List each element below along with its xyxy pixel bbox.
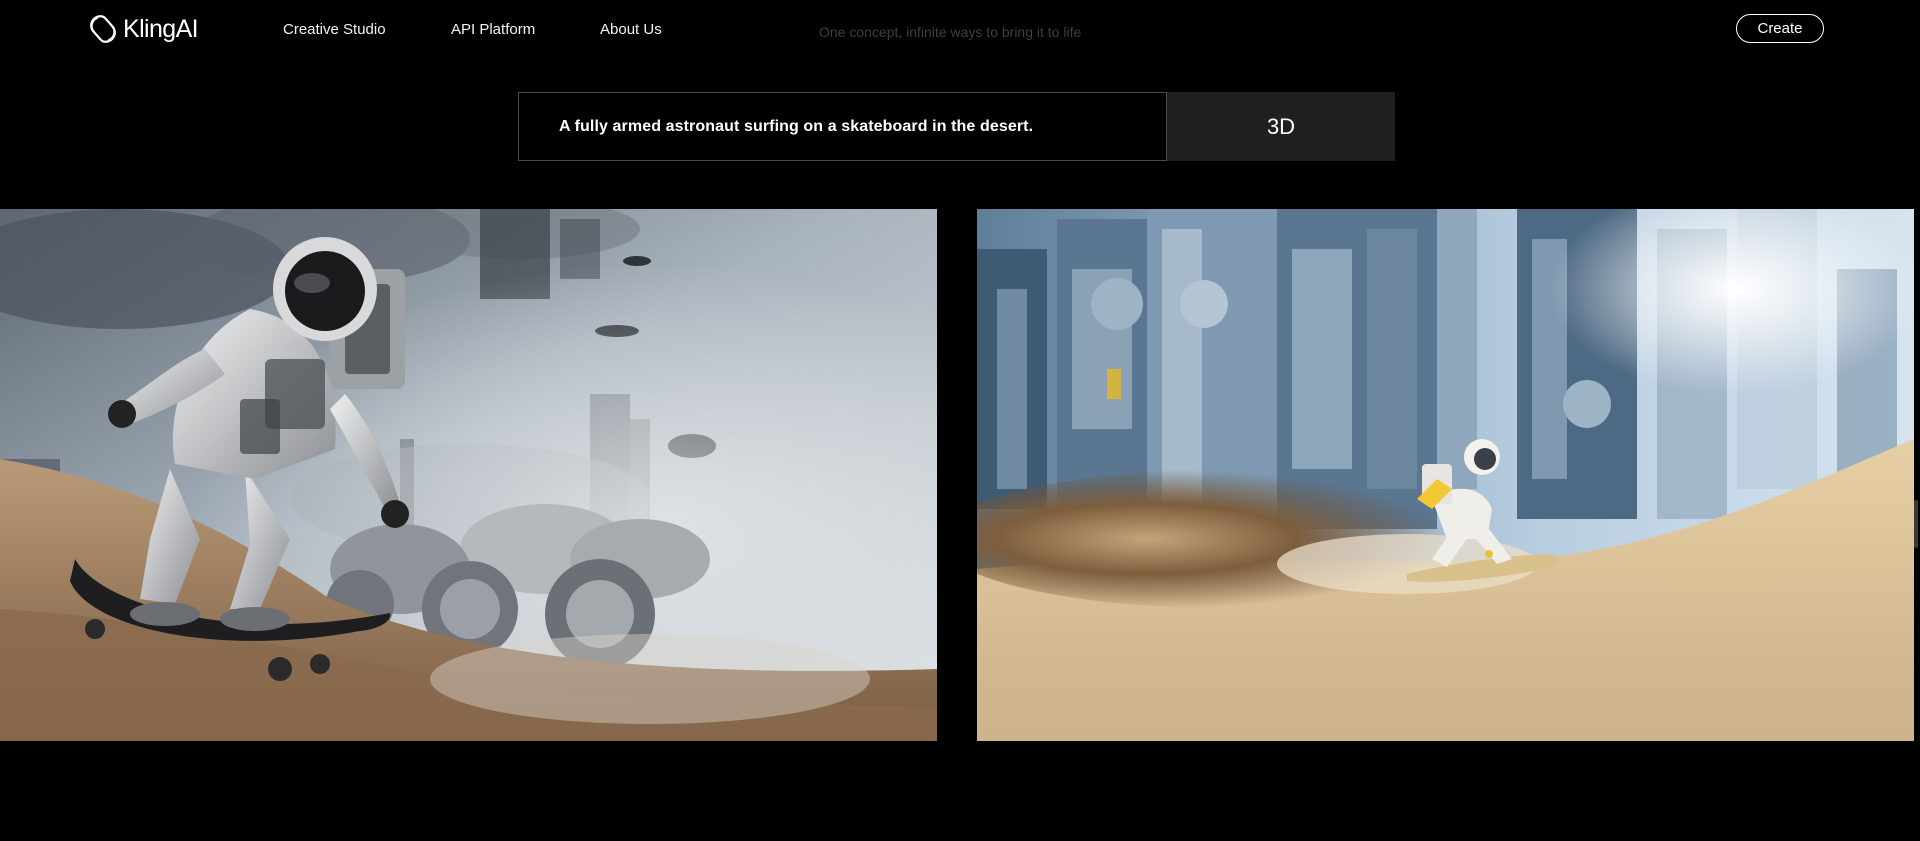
scrollbar-thumb[interactable]	[1914, 500, 1918, 548]
top-navigation: KlingAI Creative Studio API Platform Abo…	[0, 0, 1920, 60]
nav-about-us[interactable]: About Us	[600, 21, 662, 38]
nav-creative-studio[interactable]: Creative Studio	[283, 21, 386, 38]
page: KlingAI Creative Studio API Platform Abo…	[0, 0, 1920, 841]
tagline: One concept, infinite ways to bring it t…	[819, 24, 1082, 40]
logo[interactable]: KlingAI	[88, 13, 199, 45]
kling-logo-icon	[90, 15, 116, 43]
create-button[interactable]: Create	[1736, 14, 1824, 43]
astronaut-desert-illustration	[0, 209, 937, 741]
prompt-text: A fully armed astronaut surfing on a ska…	[559, 117, 1034, 135]
prompt-bar: A fully armed astronaut surfing on a ska…	[518, 92, 1395, 161]
prompt-box: A fully armed astronaut surfing on a ska…	[518, 92, 1167, 161]
astronaut-city-illustration	[977, 209, 1914, 741]
nav-api-platform[interactable]: API Platform	[451, 21, 535, 38]
generated-image-3d[interactable]	[977, 209, 1914, 741]
logo-text: KlingAI	[123, 14, 199, 43]
style-tag[interactable]: 3D	[1167, 92, 1395, 161]
generated-image-realistic[interactable]	[0, 209, 937, 741]
